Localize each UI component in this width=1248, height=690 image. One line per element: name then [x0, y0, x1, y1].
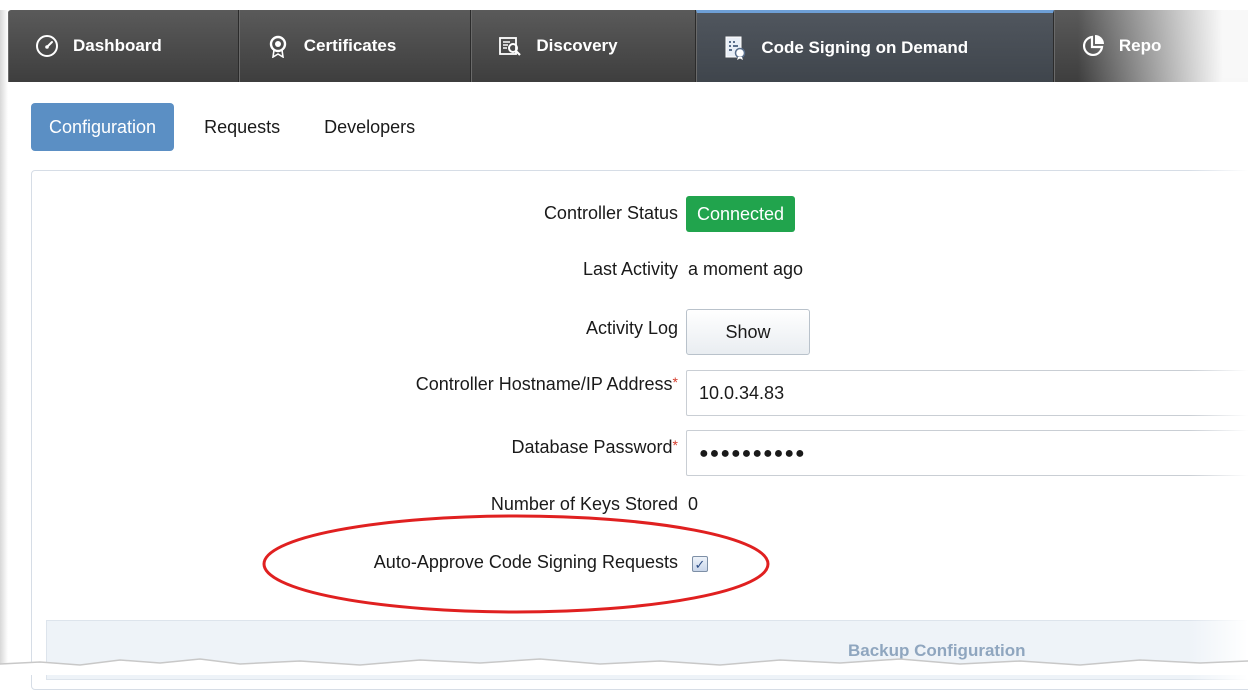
- nav-dashboard[interactable]: Dashboard: [8, 10, 239, 82]
- controller-status-label: Controller Status: [543, 203, 678, 223]
- required-marker: *: [672, 374, 678, 390]
- tab-configuration[interactable]: Configuration: [31, 103, 175, 151]
- pie-chart-icon: [1081, 34, 1105, 58]
- hostname-input[interactable]: [686, 370, 1248, 416]
- nav-certificates-label: Certificates: [303, 36, 397, 55]
- keys-stored-value: 0: [688, 494, 699, 514]
- last-activity-label: Last Activity: [582, 259, 678, 279]
- speedometer-icon: [35, 34, 59, 58]
- nav-certificates[interactable]: Certificates: [238, 10, 472, 82]
- hostname-label: Controller Hostname/IP Address*: [416, 374, 678, 395]
- db-password-input[interactable]: ●●●●●●●●●●: [686, 430, 1248, 476]
- tab-requests[interactable]: Requests: [188, 103, 296, 151]
- auto-approve-checkbox[interactable]: ✓: [692, 556, 708, 572]
- last-activity-value: a moment ago: [688, 259, 804, 279]
- torn-edge: [0, 658, 1248, 675]
- hostname-label-text: Controller Hostname/IP Address: [415, 374, 673, 394]
- db-password-label-text: Database Password: [511, 437, 673, 457]
- status-badge: Connected: [686, 196, 796, 232]
- nav-code-signing[interactable]: Code Signing on Demand: [696, 10, 1054, 82]
- main-navigation: Dashboard Certificates Discovery Code Si…: [8, 10, 1248, 82]
- tab-developers[interactable]: Developers: [308, 103, 431, 151]
- certificate-badge-icon: [266, 34, 290, 58]
- code-signing-icon: [723, 36, 747, 60]
- page-shadow: [0, 10, 8, 670]
- nav-code-signing-label: Code Signing on Demand: [761, 37, 969, 57]
- auto-approve-label: Auto-Approve Code Signing Requests: [373, 552, 678, 572]
- check-icon: ✓: [694, 556, 706, 572]
- nav-discovery-label: Discovery: [536, 36, 618, 55]
- nav-dashboard-label: Dashboard: [73, 36, 162, 55]
- nav-reports-label: Repo: [1118, 36, 1162, 55]
- sub-tabs: Configuration Requests Developers: [31, 103, 443, 151]
- required-marker: *: [672, 437, 678, 453]
- nav-reports[interactable]: Repo: [1053, 10, 1248, 82]
- magnifier-list-icon: [498, 34, 522, 58]
- show-activity-log-button[interactable]: Show: [686, 309, 810, 355]
- keys-stored-label: Number of Keys Stored: [490, 494, 678, 514]
- db-password-label: Database Password*: [511, 437, 678, 458]
- activity-log-label: Activity Log: [585, 318, 678, 338]
- nav-discovery[interactable]: Discovery: [471, 10, 697, 82]
